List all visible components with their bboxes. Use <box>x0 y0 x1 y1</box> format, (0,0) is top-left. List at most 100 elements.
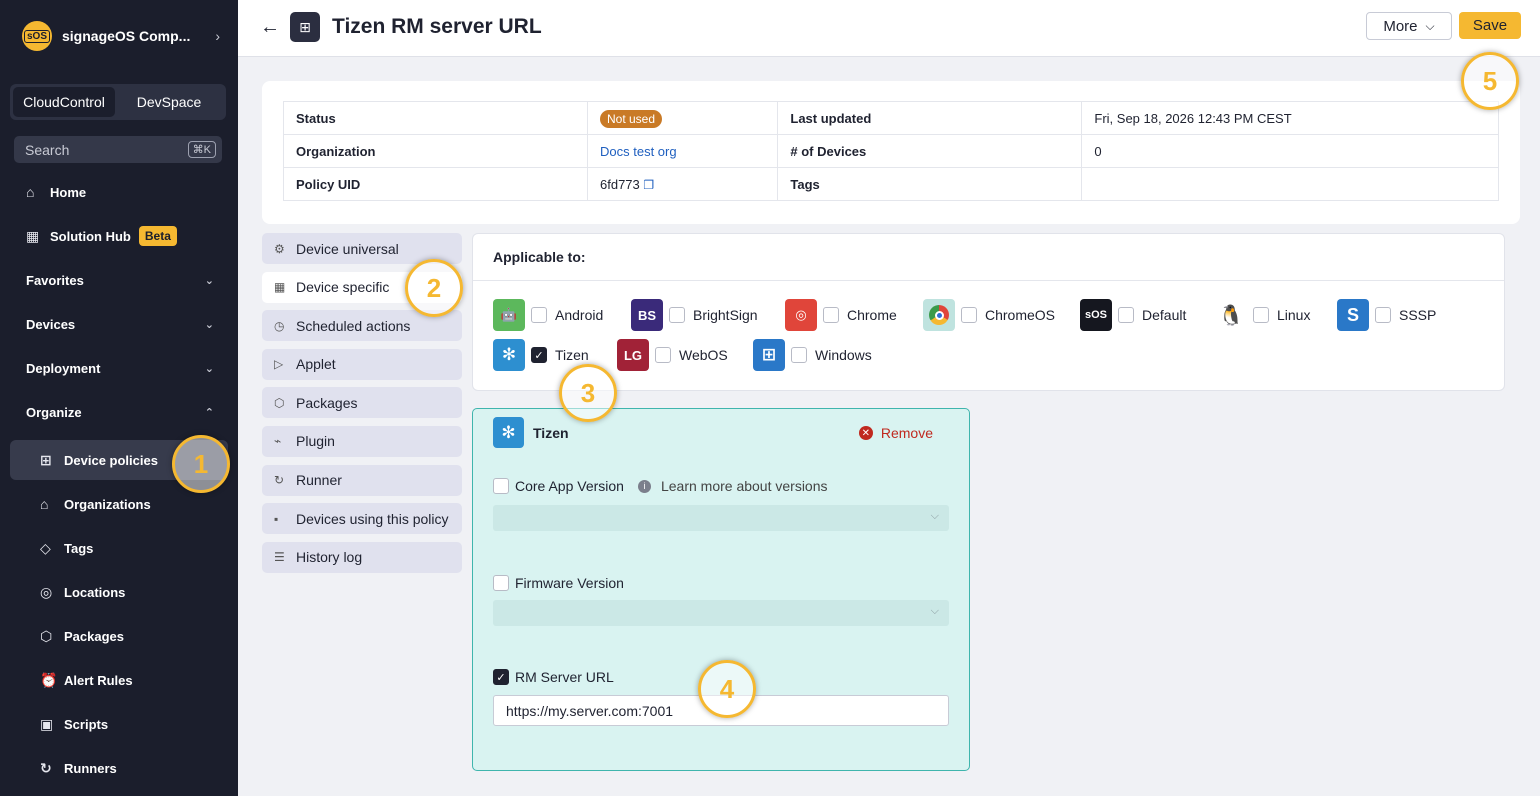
page-title: Tizen RM server URL <box>332 15 542 38</box>
firmware-version-select[interactable]: ⌵ <box>493 600 949 626</box>
sidebar-item-tags[interactable]: ◇ Tags <box>10 528 228 568</box>
default-checkbox[interactable] <box>1118 307 1134 323</box>
firmware-version-checkbox[interactable] <box>493 575 509 591</box>
org-logo-text: sOS <box>23 29 50 43</box>
workspace-switch: CloudControl DevSpace <box>10 84 226 120</box>
tizen-panel-header: ✻ Tizen <box>493 417 569 448</box>
policy-uid-cell: 6fd773 ❐ <box>586 167 779 201</box>
sidebar-item-label: Packages <box>64 628 124 644</box>
org-logo: sOS <box>22 21 52 51</box>
devices-count-value: 0 <box>1081 134 1499 168</box>
chromeos-checkbox[interactable] <box>961 307 977 323</box>
tab-history-log[interactable]: ☰ History log <box>262 541 462 573</box>
os-option-brightsign[interactable]: BS BrightSign <box>631 299 758 331</box>
os-option-default[interactable]: sOS Default <box>1080 299 1186 331</box>
switch-cloudcontrol[interactable]: CloudControl <box>13 87 115 117</box>
os-option-webos[interactable]: LG WebOS <box>617 339 728 371</box>
core-app-version-label: Core App Version <box>515 478 624 494</box>
tab-label: Applet <box>296 356 336 373</box>
brightsign-checkbox[interactable] <box>669 307 685 323</box>
core-app-version-checkbox[interactable] <box>493 478 509 494</box>
sidebar-item-runners[interactable]: ↻ Runners <box>10 748 228 788</box>
tab-label: Device universal <box>296 240 399 257</box>
os-label: Default <box>1142 307 1187 323</box>
tab-plugin[interactable]: ⌁ Plugin <box>262 425 462 457</box>
os-label: WebOS <box>679 347 728 363</box>
android-checkbox[interactable] <box>531 307 547 323</box>
chevron-down-icon: ⌄ <box>204 274 214 287</box>
step-marker-4: 4 <box>698 660 756 718</box>
os-option-windows[interactable]: ⊞ Windows <box>753 339 872 371</box>
last-updated-value: Fri, Sep 18, 2026 12:43 PM CEST <box>1081 101 1499 135</box>
tab-label: Devices using this policy <box>296 510 449 527</box>
refresh-icon: ↻ <box>40 759 52 776</box>
rm-server-url-checkbox[interactable]: ✓ <box>493 669 509 685</box>
sssp-checkbox[interactable] <box>1375 307 1391 323</box>
save-button[interactable]: Save <box>1459 12 1521 39</box>
back-arrow-icon[interactable]: ← <box>260 16 280 39</box>
step-marker-3: 3 <box>559 364 617 422</box>
chrome-checkbox[interactable] <box>823 307 839 323</box>
sidebar-section-devices[interactable]: Devices ⌄ <box>10 304 228 344</box>
sidebar-item-alert-rules[interactable]: ⏰ Alert Rules <box>10 660 228 700</box>
sidebar-item-locations[interactable]: ◎ Locations <box>10 572 228 612</box>
org-name: signageOS Comp... <box>62 28 191 44</box>
os-option-linux[interactable]: 🐧 Linux <box>1215 299 1311 331</box>
tab-devices-using-policy[interactable]: ▪ Devices using this policy <box>262 503 462 535</box>
sidebar: sOS signageOS Comp... › CloudControl Dev… <box>0 0 238 796</box>
switch-devspace[interactable]: DevSpace <box>115 87 223 117</box>
policy-icon: ⊞ <box>290 12 320 42</box>
sidebar-item-home[interactable]: ⌂ Home <box>10 172 228 212</box>
core-app-version-select[interactable]: ⌵ <box>493 505 949 531</box>
linux-checkbox[interactable] <box>1253 307 1269 323</box>
os-option-android[interactable]: 🤖 Android <box>493 299 603 331</box>
sidebar-item-packages[interactable]: ⬡ Packages <box>10 616 228 656</box>
devices-count-label: # of Devices <box>777 134 1083 168</box>
os-option-sssp[interactable]: S SSSP <box>1337 299 1436 331</box>
policy-uid-label: Policy UID <box>283 167 588 201</box>
windows-checkbox[interactable] <box>791 347 807 363</box>
applicable-to-panel: Applicable to: 🤖 Android BS BrightSign ◎ Ch… <box>472 233 1505 391</box>
sidebar-section-organize[interactable]: Organize ⌃ <box>10 392 228 432</box>
tab-label: Runner <box>296 472 342 489</box>
sidebar-item-solution-hub[interactable]: ▦ Solution Hub Beta <box>10 216 228 256</box>
table-row: Policy UID 6fd773 ❐ Tags <box>283 167 1499 201</box>
status-badge: Not used <box>600 109 663 128</box>
copy-icon[interactable]: ❐ <box>643 178 654 192</box>
os-label: BrightSign <box>693 307 758 323</box>
devices-icon: ▪ <box>274 511 279 526</box>
core-app-version-field: Core App Version i Learn more about versio… <box>493 478 828 494</box>
grid-icon: ▦ <box>274 280 286 295</box>
remove-button[interactable]: ✕ Remove <box>858 425 933 441</box>
os-option-chromeos[interactable]: ChromeOS <box>923 299 1055 331</box>
tab-applet[interactable]: ▷ Applet <box>262 348 462 380</box>
os-option-chrome[interactable]: ◎ Chrome <box>785 299 897 331</box>
search-input[interactable]: Search ⌘K <box>14 136 222 163</box>
tizen-checkbox[interactable]: ✓ <box>531 347 547 363</box>
tab-label: History log <box>296 549 363 566</box>
tab-runner[interactable]: ↻ Runner <box>262 464 462 496</box>
sidebar-section-favorites[interactable]: Favorites ⌄ <box>10 260 228 300</box>
bank-icon: ⌂ <box>40 496 49 512</box>
sidebar-item-label: Locations <box>64 584 126 600</box>
sidebar-item-label: Devices <box>26 316 76 332</box>
webos-checkbox[interactable] <box>655 347 671 363</box>
home-icon: ⌂ <box>26 184 35 200</box>
sidebar-item-scripts[interactable]: ▣ Scripts <box>10 704 228 744</box>
more-button[interactable]: More ⌵ <box>1366 12 1452 40</box>
tizen-icon: ✻ <box>493 339 525 371</box>
sidebar-item-label: Solution Hub <box>50 228 131 244</box>
refresh-icon: ↻ <box>274 473 285 488</box>
chevron-down-icon: ⌵ <box>930 605 939 617</box>
plug-icon: ⌁ <box>274 434 282 449</box>
firmware-version-field: Firmware Version <box>493 575 624 591</box>
learn-more-link[interactable]: Learn more about versions <box>661 478 828 494</box>
tab-packages[interactable]: ⬡ Packages <box>262 387 462 419</box>
step-marker-5: 5 <box>1461 52 1519 110</box>
tizen-icon: ✻ <box>493 417 524 448</box>
os-label: Linux <box>1277 307 1311 323</box>
sidebar-section-deployment[interactable]: Deployment ⌄ <box>10 348 228 388</box>
organization-link[interactable]: Docs test org <box>600 144 677 159</box>
status-label: Status <box>283 101 588 135</box>
org-switcher[interactable]: sOS signageOS Comp... › <box>22 20 220 52</box>
